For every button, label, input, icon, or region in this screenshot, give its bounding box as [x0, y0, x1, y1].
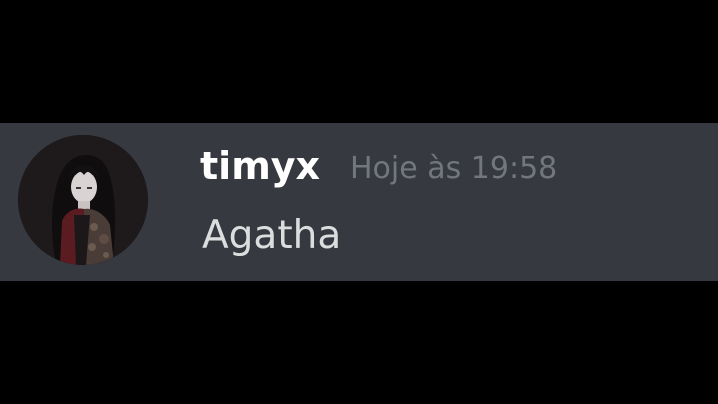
message-content: Agatha: [202, 213, 342, 258]
screenshot-frame: timyx Hoje às 19:58 Agatha: [0, 0, 718, 404]
chat-message: timyx Hoje às 19:58 Agatha: [0, 123, 718, 281]
message-timestamp[interactable]: Hoje às 19:58: [350, 149, 557, 189]
avatar[interactable]: [18, 135, 148, 265]
message-author[interactable]: timyx: [200, 141, 320, 191]
user-avatar-icon: [18, 135, 148, 265]
